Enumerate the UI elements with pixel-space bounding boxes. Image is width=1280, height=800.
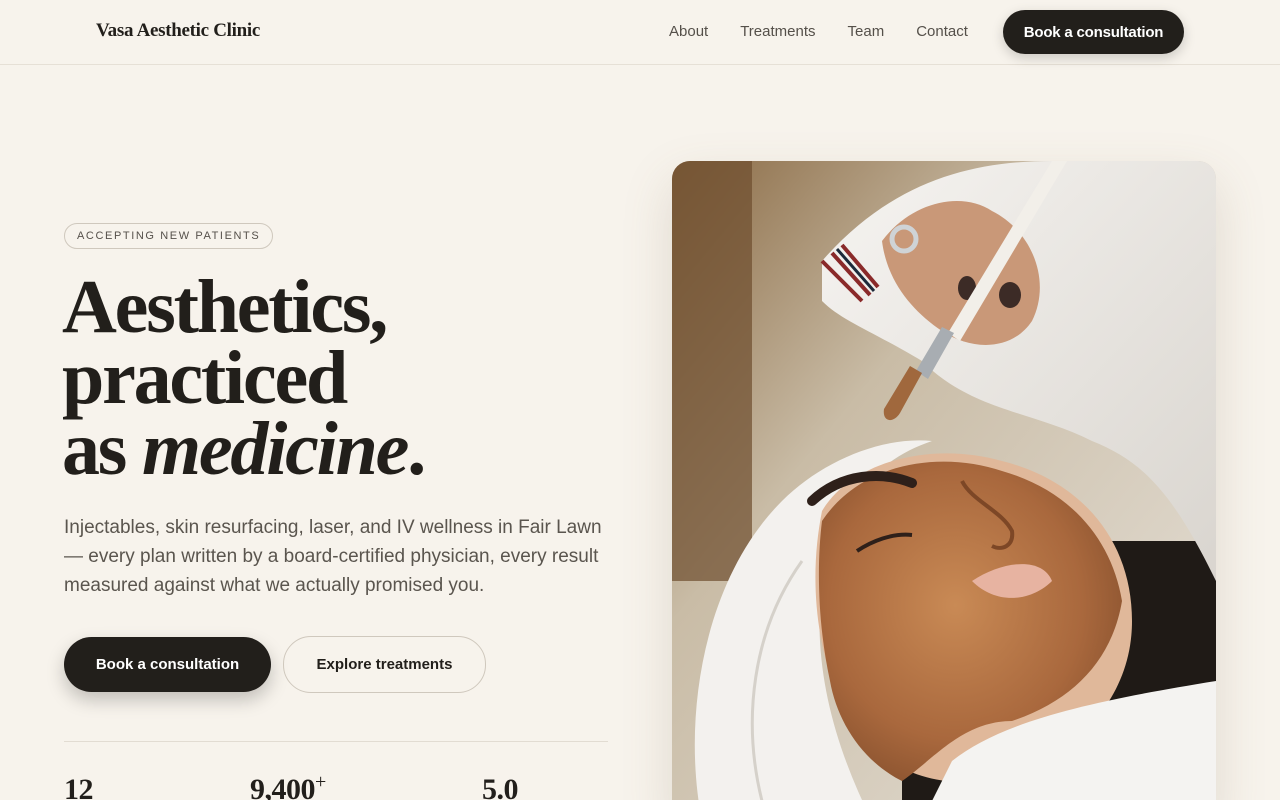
stat-value: 12 <box>64 773 94 800</box>
explore-treatments-button[interactable]: Explore treatments <box>283 636 486 693</box>
main-nav: About Treatments Team Contact <box>669 23 1000 40</box>
stat-years: 12 <box>64 773 94 800</box>
stat-rating: 5.0 <box>482 773 519 800</box>
nav-contact[interactable]: Contact <box>916 23 968 40</box>
stat-value: 5.0 <box>482 773 519 800</box>
headline-period: . <box>407 407 426 491</box>
stat-value: 9,400 <box>250 773 316 800</box>
headline-line-3: as medicine. <box>62 411 426 487</box>
stat-patients: 9,400+ <box>250 771 326 800</box>
nav-treatments[interactable]: Treatments <box>740 23 815 40</box>
headline-line-1: Aesthetics, <box>62 265 388 349</box>
hero-photo <box>672 161 1216 800</box>
accepting-patients-badge: ACCEPTING NEW PATIENTS <box>64 223 274 249</box>
headline-line-2: practiced <box>62 336 348 420</box>
headline-medicine: medicine <box>141 407 409 491</box>
nav-about[interactable]: About <box>669 23 708 40</box>
header-book-button[interactable]: Book a consultation <box>1003 10 1184 54</box>
stat-suffix: + <box>315 771 326 793</box>
hero-headline: Aesthetics, practiced as medicine. <box>62 265 426 487</box>
stats-divider <box>64 741 608 742</box>
hero-description: Injectables, skin resurfacing, laser, an… <box>64 517 602 596</box>
headline-as: as <box>62 407 142 491</box>
brand-logo[interactable]: Vasa Aesthetic Clinic <box>96 20 260 42</box>
site-header: Vasa Aesthetic Clinic About Treatments T… <box>0 0 1280 65</box>
nav-team[interactable]: Team <box>848 23 885 40</box>
book-consultation-button[interactable]: Book a consultation <box>64 637 271 692</box>
